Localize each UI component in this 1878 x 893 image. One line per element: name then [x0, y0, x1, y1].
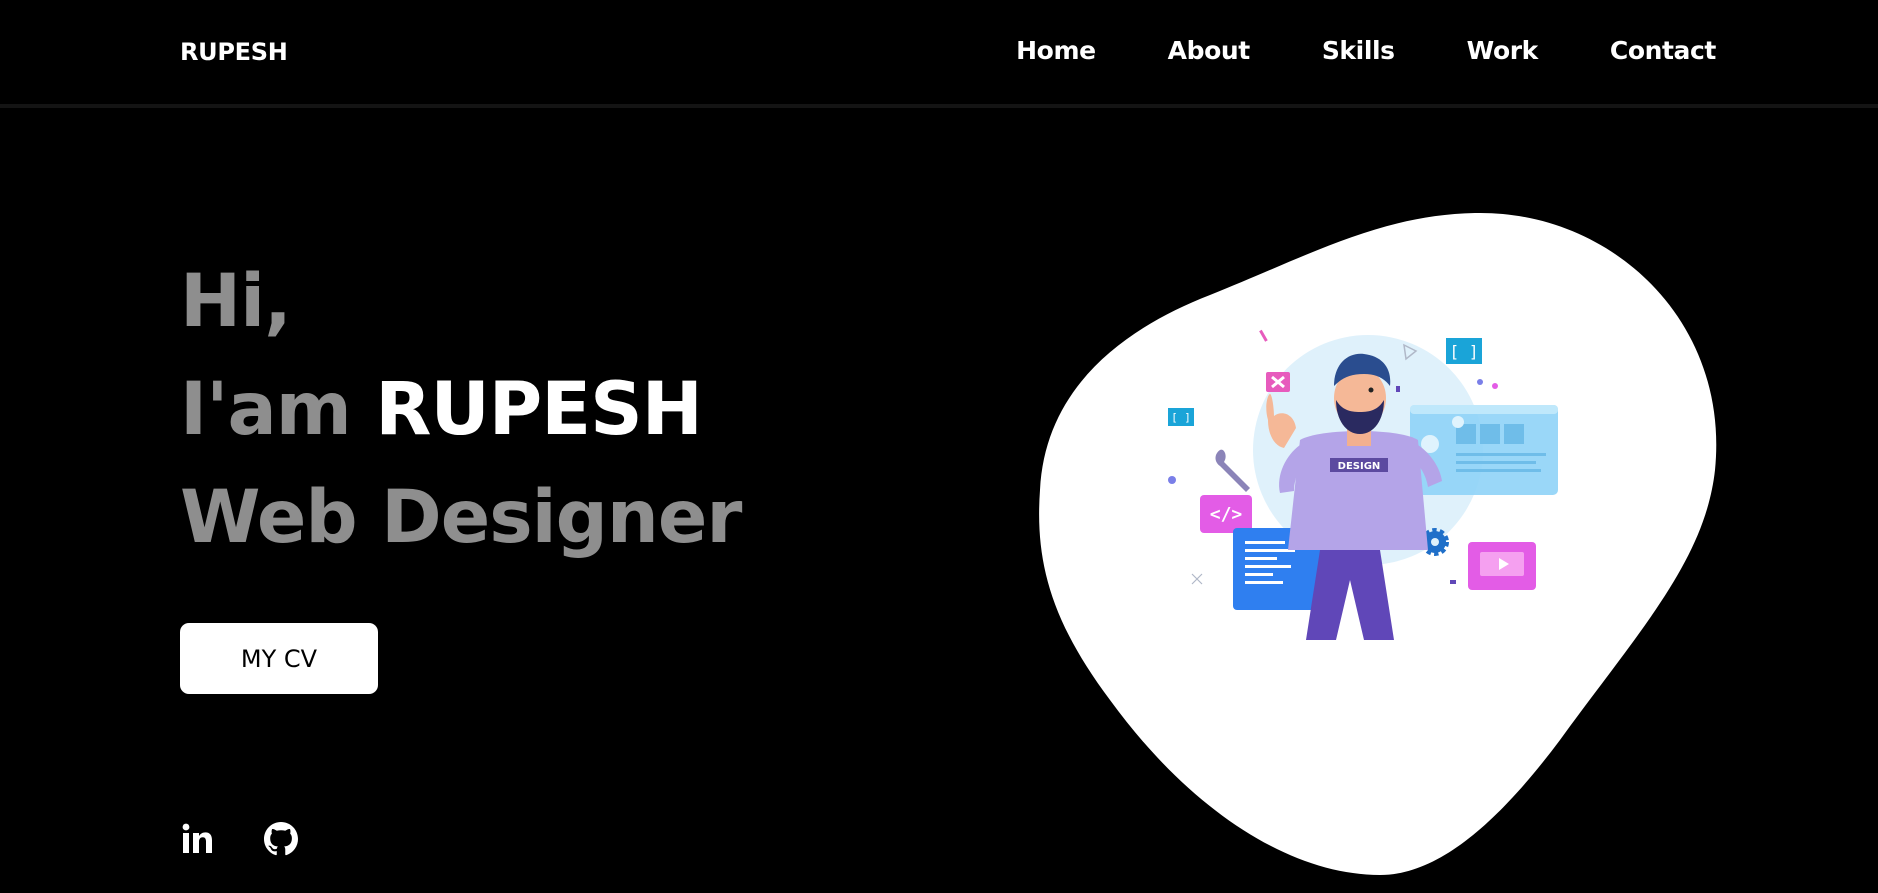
svg-text:[ ]: [ ]	[1171, 411, 1191, 424]
hero-intro: I'am RUPESH	[180, 356, 741, 464]
code-card: </>	[1200, 495, 1252, 533]
wrench-icon	[1215, 449, 1250, 492]
bracket-badge-large: [ ]	[1446, 338, 1482, 364]
my-cv-button[interactable]: MY CV	[180, 623, 378, 694]
linkedin-icon	[182, 823, 212, 853]
svg-text:</>: </>	[1210, 504, 1243, 525]
hero-greeting: Hi,	[180, 259, 292, 344]
designer-illustration: [ ] [ ] </> DESIGN	[1168, 329, 1558, 640]
github-icon	[264, 822, 298, 856]
svg-text:[ ]: [ ]	[1450, 342, 1479, 361]
bracket-badge-small: [ ]	[1168, 408, 1194, 426]
nav-skills[interactable]: Skills	[1322, 36, 1395, 65]
close-card	[1266, 372, 1290, 392]
hero-intro-prefix: I'am	[180, 367, 352, 452]
nav-work[interactable]: Work	[1467, 36, 1539, 65]
site-header: RUPESH Home About Skills Work Contact	[0, 0, 1878, 108]
nav-home[interactable]: Home	[1016, 36, 1096, 65]
github-link[interactable]	[264, 822, 298, 856]
nav-contact[interactable]: Contact	[1610, 36, 1717, 65]
logo[interactable]: RUPESH	[180, 38, 288, 66]
hero-text: Hi, I'am RUPESH Web Designer	[180, 248, 742, 572]
social-links	[180, 822, 298, 856]
hero-role: Web Designer	[180, 475, 742, 560]
main-nav: Home About Skills Work Contact	[1016, 36, 1716, 65]
hero-name: RUPESH	[375, 367, 703, 452]
svg-text:DESIGN: DESIGN	[1338, 461, 1381, 472]
video-card	[1468, 542, 1536, 590]
linkedin-link[interactable]	[180, 822, 214, 856]
nav-about[interactable]: About	[1168, 36, 1251, 65]
